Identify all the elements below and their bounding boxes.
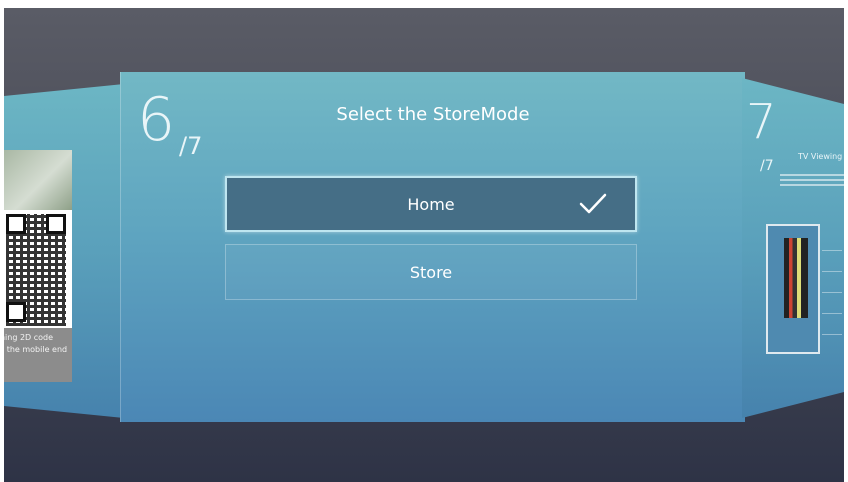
qr-finder-pattern bbox=[6, 214, 26, 234]
qr-caption-line1: anning 2D code bbox=[4, 333, 54, 342]
option-store[interactable]: Store bbox=[225, 244, 637, 300]
list-item bbox=[822, 314, 842, 335]
list-item bbox=[822, 272, 842, 293]
page-total-number: /7 bbox=[179, 132, 203, 160]
list-item bbox=[822, 251, 842, 272]
qr-caption: anning 2D code ads the mobile end bbox=[4, 328, 72, 382]
tv-guide-thumbnail bbox=[766, 224, 820, 354]
thumbnail-image bbox=[784, 238, 808, 318]
next-page-number: 7 bbox=[746, 94, 777, 150]
checkmark-icon bbox=[579, 193, 607, 214]
card-photo bbox=[4, 150, 72, 210]
next-page-title: TV Viewing Guide bbox=[798, 152, 844, 161]
list-item bbox=[822, 230, 842, 251]
list-item bbox=[822, 293, 842, 314]
store-mode-panel: 6 /7 Select the StoreMode Home Store bbox=[120, 72, 745, 422]
qr-finder-pattern bbox=[6, 302, 26, 322]
option-store-label: Store bbox=[409, 262, 453, 282]
option-home[interactable]: Home bbox=[225, 176, 637, 232]
tv-screen: anning 2D code ads the mobile end 6 /7 S… bbox=[4, 8, 844, 482]
next-page-panel: 7 /7 TV Viewing Guide bbox=[742, 78, 844, 418]
page-title: Select the StoreMode bbox=[336, 104, 530, 125]
option-home-label: Home bbox=[407, 194, 455, 214]
qr-code-card: anning 2D code ads the mobile end bbox=[4, 150, 72, 382]
qr-caption-line2: ads the mobile end bbox=[4, 345, 68, 354]
qr-finder-pattern bbox=[46, 214, 66, 234]
next-page-total: /7 bbox=[760, 158, 774, 174]
next-page-description bbox=[780, 174, 844, 188]
guide-menu-list bbox=[822, 230, 842, 335]
